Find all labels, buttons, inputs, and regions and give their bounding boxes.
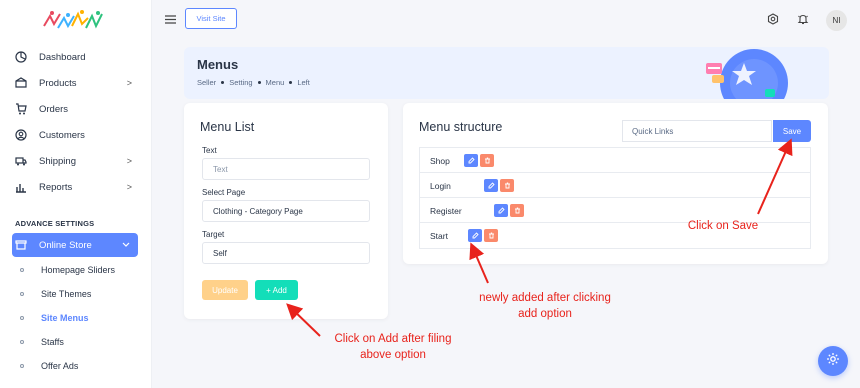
menu-structure-card: Menu structure Quick Links Save Shop Log… [403,103,828,264]
breadcrumb-item[interactable]: Menu [266,78,285,87]
menu-item-label: Login [430,181,451,191]
sidebar-subitem-label: Staffs [41,337,64,347]
delete-icon[interactable] [500,179,514,192]
bullet-icon [20,268,24,272]
sidebar-subitem-label: Offer Ads [41,361,79,371]
sidebar-item-label: Online Store [39,239,92,251]
edit-icon[interactable] [484,179,498,192]
annotation-add: Click on Add after filing above option [318,331,468,363]
delete-icon[interactable] [510,204,524,217]
text-field-label: Text [202,146,217,155]
menu-item-label: Shop [430,156,450,166]
section-title: ADVANCE SETTINGS [15,219,95,228]
dashboard-icon [15,51,27,63]
sidebar-item-products[interactable]: Products > [12,71,138,95]
sidebar-subitem-label: Site Menus [41,313,89,323]
chevron-right-icon: > [126,78,132,88]
card-title: Menu List [200,120,255,134]
sidebar-item-reports[interactable]: Reports > [12,175,138,199]
sidebar-subitem-label: Site Themes [41,289,92,299]
menu-item-label: Start [430,231,448,241]
add-button[interactable]: + Add [255,280,298,300]
brand-logo[interactable] [40,8,112,34]
sidebar-item-shipping[interactable]: Shipping > [12,149,138,173]
customers-icon [15,129,27,141]
edit-icon[interactable] [494,204,508,217]
sidebar-subitem-label: Homepage Sliders [41,265,116,275]
menu-structure-row: Login [420,173,810,198]
visit-site-button[interactable]: Visit Site [185,8,237,29]
menu-structure-row: Shop [420,148,810,173]
sidebar-item-label: Shipping [39,155,76,167]
sidebar-item-label: Orders [39,103,69,115]
select-page-dropdown[interactable]: Clothing - Category Page [202,200,370,222]
target-label: Target [202,230,225,239]
sidebar-item-label: Dashboard [39,51,86,63]
gear-icon [826,352,840,371]
edit-icon[interactable] [464,154,478,167]
breadcrumb: Seller Setting Menu Left [197,78,310,87]
menu-toggle-icon[interactable] [165,13,176,27]
breadcrumb-item[interactable]: Seller [197,78,216,87]
page-banner: Menus Seller Setting Menu Left [184,47,829,99]
sidebar-subitem-homepage-sliders[interactable]: Homepage Sliders [15,262,115,278]
card-title: Menu structure [419,120,503,134]
bullet-icon [20,364,24,368]
banner-illustration [706,49,788,99]
annotation-newly-added: newly added after clicking add option [455,290,635,322]
sidebar-subitem-staffs[interactable]: Staffs [15,334,64,350]
quick-links-input[interactable]: Quick Links [622,120,772,142]
breadcrumb-item: Left [297,78,310,87]
breadcrumb-separator [221,81,225,84]
delete-icon[interactable] [480,154,494,167]
sidebar-item-online-store[interactable]: Online Store [12,233,138,257]
update-button[interactable]: Update [202,280,248,300]
sidebar-item-label: Customers [39,129,85,141]
sidebar-subitem-site-menus[interactable]: Site Menus [15,310,89,326]
sidebar: Dashboard Products > Orders Customers Sh… [0,0,152,388]
reports-icon [15,181,27,193]
edit-icon[interactable] [468,229,482,242]
annotation-line: add option [518,308,572,320]
sidebar-item-customers[interactable]: Customers [12,123,138,147]
avatar[interactable]: NI [826,10,847,31]
floating-settings-button[interactable] [818,346,848,376]
notification-bell-icon[interactable] [797,12,809,25]
bullet-icon [20,292,24,296]
annotation-line: Click on Add after filing [334,333,452,345]
sidebar-item-orders[interactable]: Orders [12,97,138,121]
sidebar-item-dashboard[interactable]: Dashboard [12,45,138,69]
sidebar-item-label: Products [39,77,77,89]
sidebar-item-label: Reports [39,181,73,193]
delete-icon[interactable] [484,229,498,242]
bullet-icon [20,340,24,344]
breadcrumb-separator [289,81,293,84]
target-dropdown[interactable]: Self [202,242,370,264]
annotation-line: above option [360,349,426,361]
breadcrumb-separator [257,81,261,84]
chevron-right-icon: > [126,182,132,192]
annotation-save: Click on Save [687,220,759,232]
breadcrumb-item[interactable]: Setting [229,78,252,87]
chevron-right-icon: > [126,156,132,166]
chevron-down-icon [122,241,130,250]
bullet-icon [20,316,24,320]
settings-icon[interactable] [767,12,779,25]
products-icon [15,77,27,89]
orders-icon [15,103,27,115]
page-title: Menus [197,57,239,72]
shipping-icon [15,155,27,167]
text-input[interactable]: Text [202,158,370,180]
menu-list-card: Menu List Text Text Select Page Clothing… [184,103,388,319]
store-icon [15,239,27,251]
menu-item-label: Register [430,206,462,216]
sidebar-subitem-offer-ads[interactable]: Offer Ads [15,358,78,374]
annotation-line: newly added after clicking [479,292,611,304]
select-page-label: Select Page [202,188,246,197]
sidebar-subitem-site-themes[interactable]: Site Themes [15,286,91,302]
save-button[interactable]: Save [773,120,811,142]
